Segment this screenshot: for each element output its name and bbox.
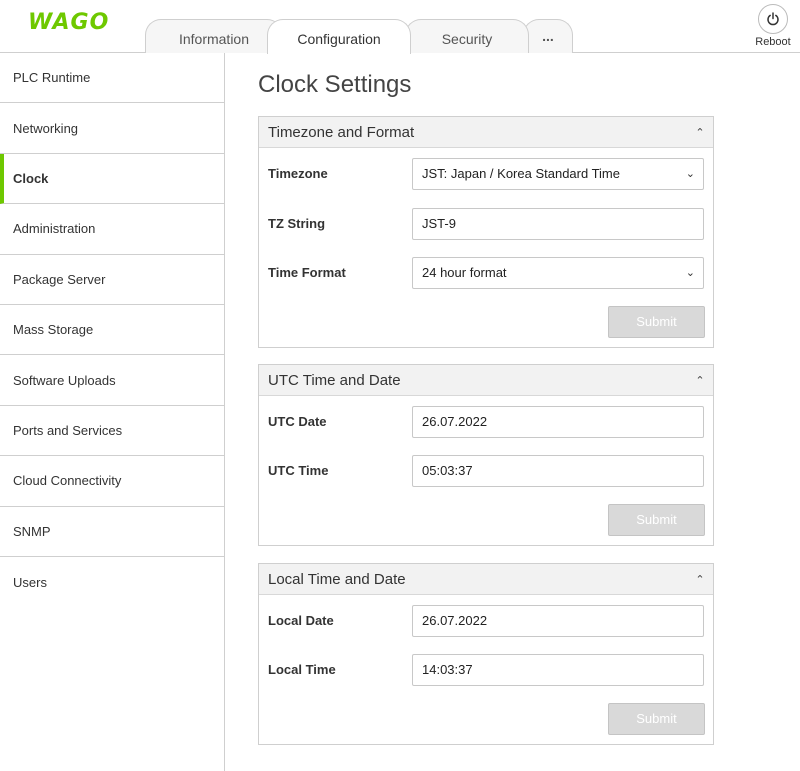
time-format-value: 24 hour format [422,265,507,280]
tab-security[interactable]: Security [405,19,529,53]
chevron-up-icon[interactable]: ⌃ [687,573,713,586]
sidebar-item-software-uploads[interactable]: Software Uploads [0,355,224,406]
utc-date-label: UTC Date [268,414,327,429]
panel-header[interactable]: Timezone and Format ⌃ [259,117,713,148]
sidebar: PLC Runtime Networking Clock Administrat… [0,53,225,771]
sidebar-item-mass-storage[interactable]: Mass Storage [0,305,224,356]
tz-string-label: TZ String [268,216,326,231]
chevron-down-icon: ⌄ [685,168,695,180]
utc-time-row: UTC Time 05:03:37 [268,455,705,487]
chevron-up-icon[interactable]: ⌃ [687,374,713,387]
tz-string-row: TZ String JST-9 [268,208,705,240]
main-content: Clock Settings Timezone and Format ⌃ Tim… [258,53,778,745]
reboot-button[interactable]: Reboot [752,4,794,48]
local-time-row: Local Time 14:03:37 [268,654,705,686]
time-format-label: Time Format [268,265,346,280]
local-date-label: Local Date [268,613,334,628]
local-date-input[interactable]: 26.07.2022 [412,605,704,637]
panel-local-time-date: Local Time and Date ⌃ Local Date 26.07.2… [258,563,714,745]
sidebar-item-administration[interactable]: Administration [0,204,224,255]
timezone-row: Timezone JST: Japan / Korea Standard Tim… [268,158,705,190]
local-time-label: Local Time [268,662,336,677]
page-title: Clock Settings [258,71,412,98]
panel-title: Timezone and Format [268,123,415,141]
timezone-select[interactable]: JST: Japan / Korea Standard Time ⌄ [412,158,704,190]
chevron-down-icon: ⌄ [685,267,695,279]
utc-date-input[interactable]: 26.07.2022 [412,406,704,438]
panel-title: Local Time and Date [268,570,406,588]
sidebar-item-plc-runtime[interactable]: PLC Runtime [0,53,224,104]
sidebar-item-cloud-connectivity[interactable]: Cloud Connectivity [0,456,224,507]
local-date-row: Local Date 26.07.2022 [268,605,705,637]
tab-configuration[interactable]: Configuration [267,19,411,54]
timezone-value: JST: Japan / Korea Standard Time [422,166,620,181]
panel-header[interactable]: Local Time and Date ⌃ [259,564,713,595]
reboot-label: Reboot [755,36,791,48]
utc-date-row: UTC Date 26.07.2022 [268,406,705,438]
top-header: WAGO Information Configuration Security … [0,0,800,54]
panel-header[interactable]: UTC Time and Date ⌃ [259,365,713,396]
panel-timezone-format: Timezone and Format ⌃ Timezone JST: Japa… [258,116,714,348]
timezone-label: Timezone [268,166,328,181]
tab-more[interactable]: ... [523,19,573,53]
tz-string-input[interactable]: JST-9 [412,208,704,240]
sidebar-item-clock[interactable]: Clock [0,153,224,205]
panel-utc-time-date: UTC Time and Date ⌃ UTC Date 26.07.2022 … [258,364,714,546]
sidebar-item-package-server[interactable]: Package Server [0,255,224,305]
utc-time-input[interactable]: 05:03:37 [412,455,704,487]
timezone-submit-button[interactable]: Submit [608,306,705,338]
local-submit-button[interactable]: Submit [608,703,705,735]
panel-title: UTC Time and Date [268,371,401,389]
time-format-select[interactable]: 24 hour format ⌄ [412,257,704,289]
local-time-input[interactable]: 14:03:37 [412,654,704,686]
sidebar-item-users[interactable]: Users [0,557,224,607]
utc-submit-button[interactable]: Submit [608,504,705,536]
time-format-row: Time Format 24 hour format ⌄ [268,257,705,289]
chevron-up-icon[interactable]: ⌃ [687,126,713,139]
sidebar-item-snmp[interactable]: SNMP [0,507,224,557]
sidebar-item-networking[interactable]: Networking [0,103,224,154]
tab-information[interactable]: Information [145,19,283,53]
sidebar-item-ports-and-services[interactable]: Ports and Services [0,406,224,457]
wago-logo: WAGO [28,10,110,35]
utc-time-label: UTC Time [268,463,329,478]
power-icon [758,4,788,34]
